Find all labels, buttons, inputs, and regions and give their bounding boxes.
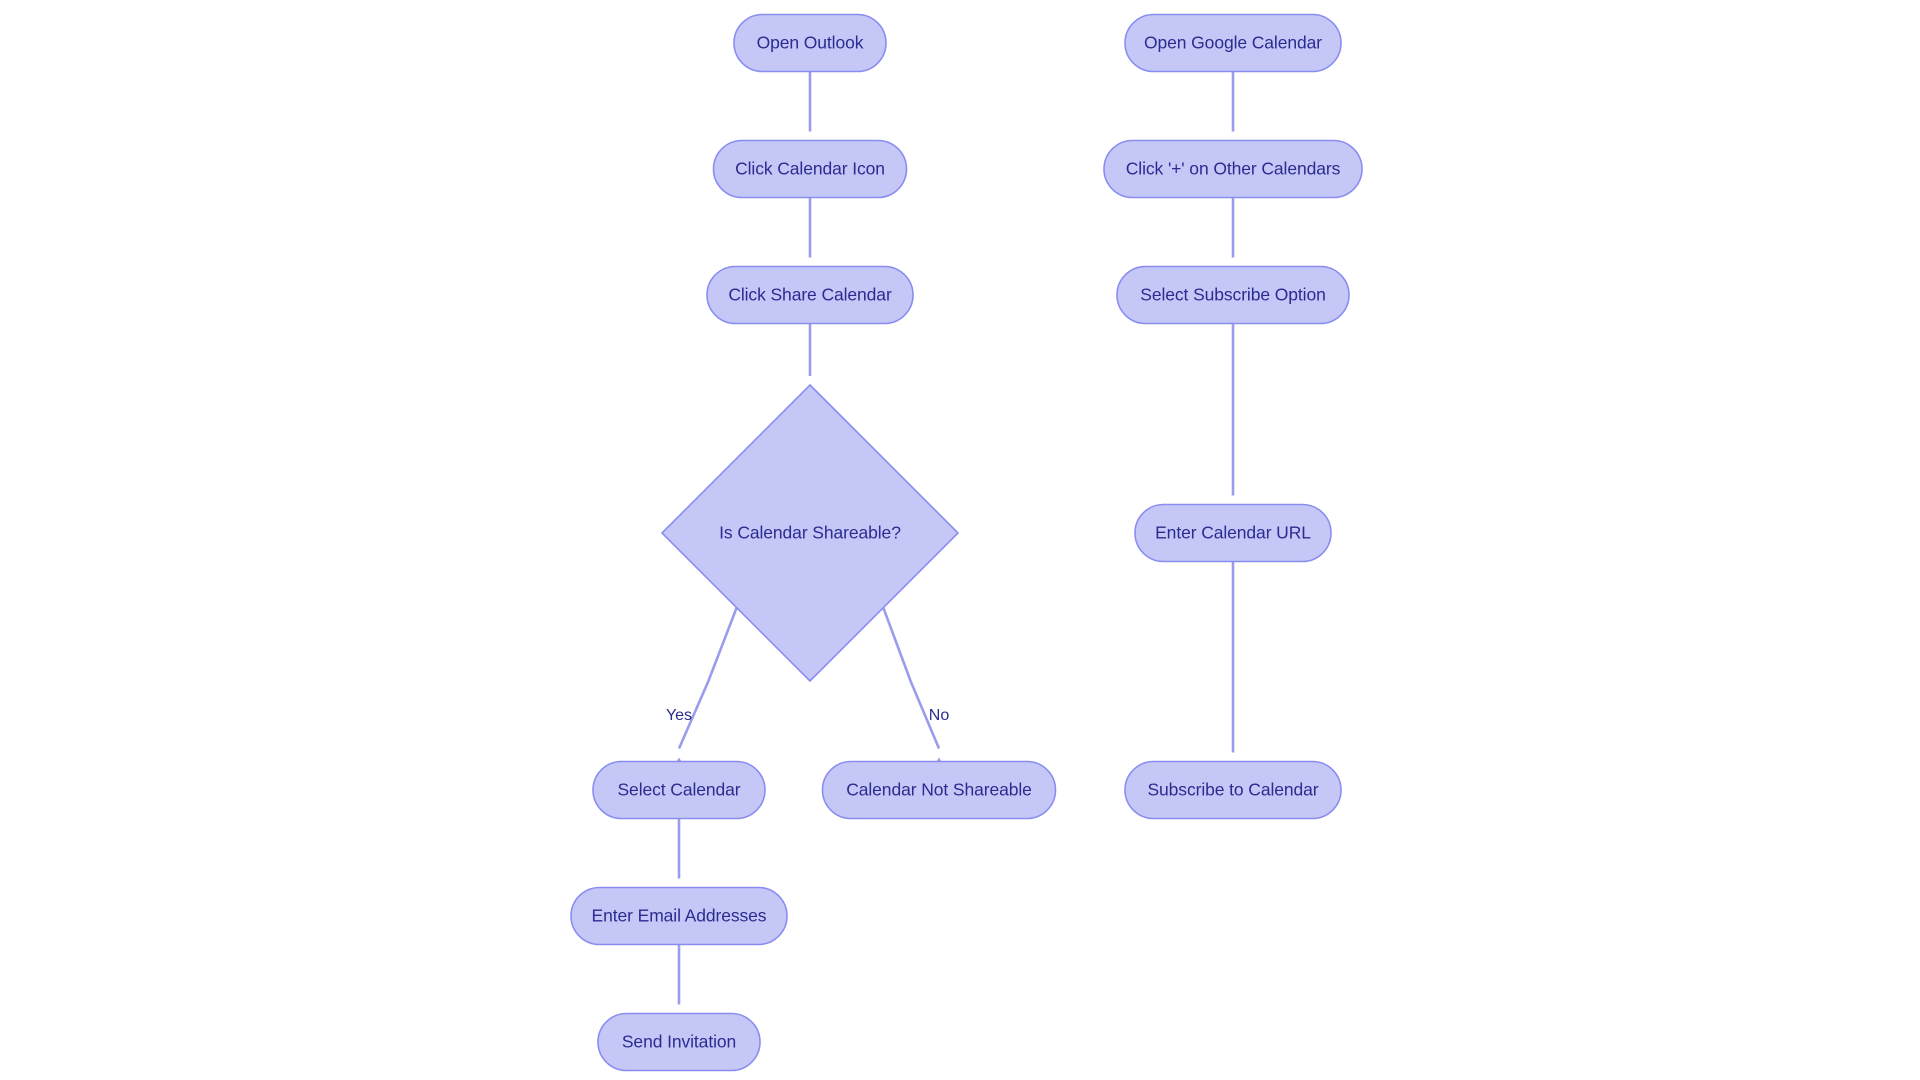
node-label: Calendar Not Shareable bbox=[846, 780, 1032, 800]
edge-label-no_label: No bbox=[929, 707, 950, 724]
edge-line bbox=[677, 605, 739, 750]
flowchart-canvas: Open Outlook Click Calendar Icon Click Sha… bbox=[0, 0, 1920, 1080]
node-label: Enter Email Addresses bbox=[592, 906, 767, 926]
node-google_subscribe_option[interactable]: Select Subscribe Option bbox=[1116, 265, 1350, 325]
node-not_shareable[interactable]: Calendar Not Shareable bbox=[821, 760, 1057, 820]
edge-line bbox=[881, 605, 941, 750]
node-google_open[interactable]: Open Google Calendar bbox=[1124, 13, 1342, 73]
node-send_invitation[interactable]: Send Invitation bbox=[597, 1012, 761, 1072]
node-label: Select Calendar bbox=[617, 780, 740, 800]
flowchart-svg: Open Outlook Click Calendar Icon Click Sha… bbox=[570, 13, 1363, 1072]
node-outlook_share_cal[interactable]: Click Share Calendar bbox=[706, 265, 914, 325]
node-google_cal_url[interactable]: Enter Calendar URL bbox=[1134, 503, 1332, 563]
node-label: Click '+' on Other Calendars bbox=[1126, 159, 1341, 179]
node-label: Open Outlook bbox=[757, 33, 864, 53]
node-google_subscribe[interactable]: Subscribe to Calendar bbox=[1124, 760, 1342, 820]
node-label: Subscribe to Calendar bbox=[1147, 780, 1318, 800]
node-label: Is Calendar Shareable? bbox=[719, 523, 901, 543]
node-select_calendar[interactable]: Select Calendar bbox=[592, 760, 766, 820]
node-outlook_cal_icon[interactable]: Click Calendar Icon bbox=[712, 139, 908, 199]
edge-google_subscribe_option-to-google_cal_url bbox=[1225, 323, 1241, 518]
node-label: Click Share Calendar bbox=[728, 285, 892, 305]
node-label: Send Invitation bbox=[622, 1032, 736, 1052]
node-label: Click Calendar Icon bbox=[735, 159, 885, 179]
nodes-layer: Open Outlook Click Calendar Icon Click Sha… bbox=[570, 13, 1363, 1072]
node-label: Enter Calendar URL bbox=[1155, 523, 1311, 543]
node-enter_emails[interactable]: Enter Email Addresses bbox=[570, 886, 788, 946]
edge-labels-layer: Yes No bbox=[666, 707, 949, 724]
edge-google_cal_url-to-google_subscribe bbox=[1225, 561, 1241, 775]
node-outlook_open[interactable]: Open Outlook bbox=[733, 13, 887, 73]
edge-decision_shareable-to-select_calendar bbox=[671, 605, 739, 771]
node-decision_shareable[interactable]: Is Calendar Shareable? bbox=[660, 383, 960, 683]
node-google_plus[interactable]: Click '+' on Other Calendars bbox=[1103, 139, 1363, 199]
node-label: Open Google Calendar bbox=[1144, 33, 1322, 53]
node-label: Select Subscribe Option bbox=[1140, 285, 1325, 305]
edge-decision_shareable-to-not_shareable bbox=[881, 605, 947, 771]
edge-label-yes_label: Yes bbox=[666, 707, 692, 724]
